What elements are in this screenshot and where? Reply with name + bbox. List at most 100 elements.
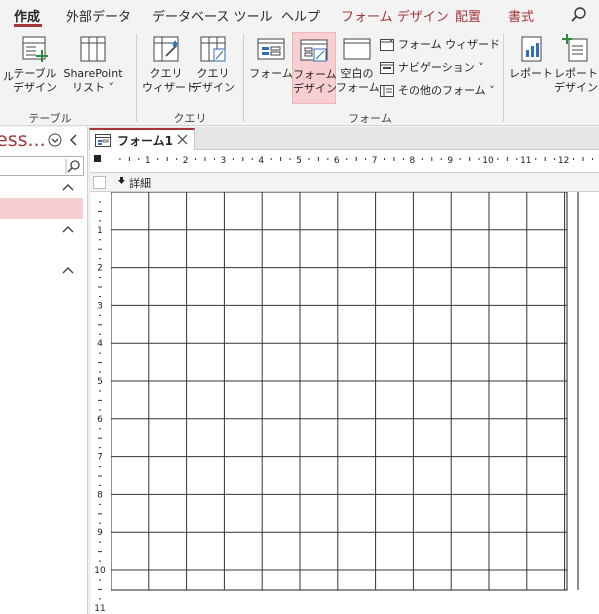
search-icon[interactable] [570, 6, 588, 24]
ruler-tick [393, 157, 395, 161]
vertical-ruler[interactable]: 1 2 3 4 5 6 7 8 9 10 11 [90, 192, 110, 614]
tab-help[interactable]: ヘルプ [281, 6, 320, 25]
navigation-pane: ess... [0, 127, 88, 614]
form-design-icon [300, 39, 328, 62]
report-design-button[interactable]: レポート デザイン [552, 34, 599, 95]
query-wizard-label-1: クエリ [149, 67, 183, 80]
group-separator [136, 34, 137, 122]
query-wizard-button[interactable]: クエリ ウィザード [142, 34, 197, 95]
more-forms-label: その他のフォーム ˅ [398, 84, 495, 97]
ruler-tick [99, 258, 101, 260]
blank-form-label-2: フォーム [336, 81, 380, 94]
ruler-label: 3 [97, 301, 103, 311]
ruler-label: 10 [94, 566, 106, 576]
ruler-tick [98, 513, 102, 515]
ruler-label: 5 [296, 156, 302, 166]
table-design-label-1: テーブル [13, 67, 57, 80]
ruler-tick [99, 466, 101, 468]
nav-search-input[interactable] [0, 156, 84, 176]
group-separator [503, 34, 504, 122]
ruler-label: 10 [482, 156, 494, 166]
tab-format[interactable]: 書式 [508, 6, 534, 25]
ruler-tick [327, 158, 329, 160]
ruler-tick [99, 295, 101, 297]
ruler-tick [98, 324, 102, 326]
form-design-button[interactable]: フォーム デザイン [292, 32, 337, 104]
section-selector[interactable] [93, 176, 106, 189]
section-down-arrow-icon [118, 177, 125, 184]
nav-selected-item[interactable] [0, 198, 83, 219]
tab-arrange[interactable]: 配置 [455, 6, 481, 25]
tab-create[interactable]: 作成 [14, 6, 40, 25]
close-icon[interactable] [177, 134, 188, 145]
ruler-tick [99, 541, 101, 543]
ruler-tick [582, 157, 584, 161]
form-button[interactable]: フォーム [249, 34, 293, 81]
ruler-tick [99, 352, 101, 354]
ruler-tick [213, 158, 215, 160]
query-wizard-label-2: ウィザード [142, 81, 197, 94]
tab-external-data[interactable]: 外部データ [66, 6, 131, 25]
nav-search-icon [65, 159, 80, 174]
ruler-tick [166, 157, 168, 161]
ruler-tick [99, 484, 101, 486]
ruler-tick [157, 158, 159, 160]
ruler-tick [402, 158, 404, 160]
nav-menu-dropdown-icon[interactable] [48, 133, 62, 147]
nav-group-chevron-up-icon[interactable] [62, 225, 74, 233]
nav-group-chevron-up-icon[interactable] [62, 266, 74, 274]
detail-section-bar[interactable]: 詳細 [90, 172, 599, 192]
form-selector[interactable] [94, 155, 101, 162]
ruler-tick [280, 157, 282, 161]
ruler-tick [365, 158, 367, 160]
ruler-tick [516, 158, 518, 160]
tab-database-tools[interactable]: データベース ツール [152, 6, 272, 25]
ruler-tick [98, 399, 102, 401]
form-wizard-button[interactable]: フォーム ウィザード [380, 36, 500, 54]
ruler-tick [98, 551, 102, 553]
nav-collapse-icon[interactable] [68, 133, 80, 147]
ruler-tick [497, 158, 499, 160]
more-forms-button[interactable]: その他のフォーム ˅ [380, 82, 495, 100]
form-design-canvas: 1 2 3 4 5 6 7 8 9 10 11 12 詳細 1 2 3 4 5 6 7 8 9 10 11 [90, 150, 599, 614]
ruler-label: 1 [97, 226, 103, 236]
horizontal-ruler[interactable]: 1 2 3 4 5 6 7 8 9 10 11 12 [112, 150, 599, 168]
ruler-label: 2 [183, 156, 189, 166]
forms-group-label: フォーム [348, 112, 392, 125]
query-design-button[interactable]: クエリ デザイン [190, 34, 236, 95]
nav-group-chevron-up-icon[interactable] [62, 183, 74, 191]
ruler-tick [98, 475, 102, 477]
ruler-tick [99, 560, 101, 562]
ruler-tick [128, 157, 130, 161]
document-tab-form1[interactable]: フォーム1 [89, 128, 195, 150]
sharepoint-list-icon [80, 36, 106, 62]
form-label: フォーム [249, 67, 293, 80]
design-grid[interactable] [111, 192, 579, 592]
ruler-tick [99, 428, 101, 430]
blank-form-button[interactable]: 空白の フォーム [336, 34, 380, 95]
report-button[interactable]: レポート [508, 34, 554, 81]
form-wizard-label: フォーム ウィザード [398, 38, 501, 51]
ruler-label: 3 [221, 156, 227, 166]
ruler-tick [232, 158, 234, 160]
tab-form-design[interactable]: フォーム デザイン [341, 6, 449, 25]
ruler-tick [384, 158, 386, 160]
navigation-button[interactable]: ナビゲーション ˅ [380, 59, 484, 77]
ruler-tick [99, 447, 101, 449]
report-label: レポート [509, 67, 553, 80]
ruler-label: 8 [97, 490, 103, 500]
queries-group-label: クエリ [173, 112, 207, 125]
sharepoint-list-button[interactable]: SharePoint リスト ˅ [60, 34, 126, 95]
navigation-icon [380, 62, 394, 74]
ruler-tick [98, 362, 102, 364]
table-design-button[interactable]: テーブル デザイン [12, 34, 58, 95]
form-icon [257, 38, 285, 60]
ruler-label: 1 [145, 156, 151, 166]
ruler-label: 2 [97, 264, 103, 274]
sharepoint-label-2: リスト ˅ [72, 81, 114, 94]
ruler-label: 8 [410, 156, 416, 166]
ruler-tick [535, 158, 537, 160]
ruler-tick [242, 157, 244, 161]
ruler-label: 6 [334, 156, 340, 166]
nav-pane-title[interactable]: ess... [0, 129, 46, 151]
